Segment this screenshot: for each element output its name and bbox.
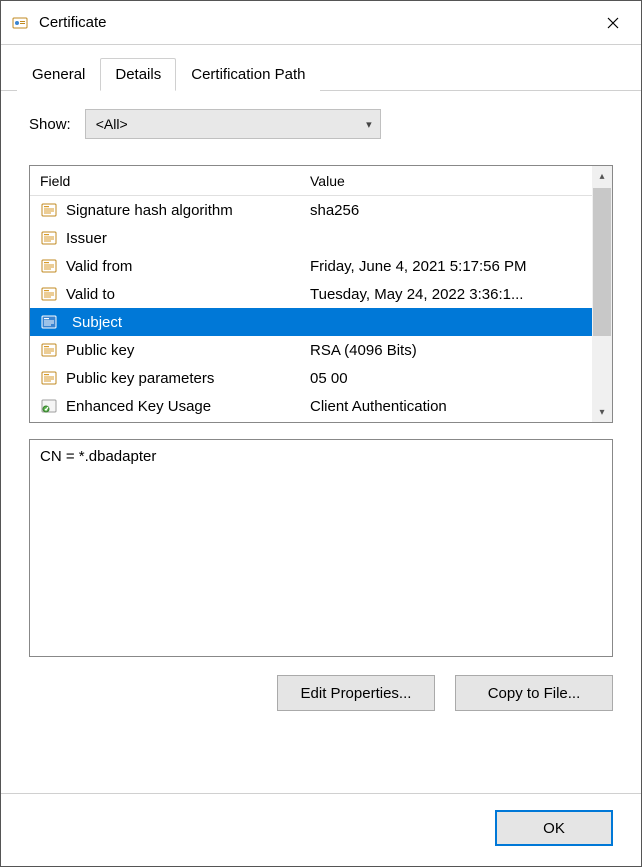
tabs: General Details Certification Path <box>1 45 641 91</box>
window-title: Certificate <box>39 14 585 31</box>
list-header: Field Value <box>30 166 612 196</box>
header-field[interactable]: Field <box>30 173 306 189</box>
field-value: RSA (4096 Bits) <box>306 342 612 359</box>
list-row[interactable]: Issuer <box>30 224 612 252</box>
edit-properties-button[interactable]: Edit Properties... <box>277 675 435 711</box>
list-row[interactable]: Enhanced Key UsageClient Authentication <box>30 392 612 420</box>
field-icon <box>38 227 60 249</box>
field-icon <box>38 339 60 361</box>
list-row[interactable]: Valid toTuesday, May 24, 2022 3:36:1... <box>30 280 612 308</box>
field-value: Friday, June 4, 2021 5:17:56 PM <box>306 258 612 275</box>
list-row[interactable]: Signature hash algorithmsha256 <box>30 196 612 224</box>
show-value: <All> <box>96 116 128 132</box>
close-button[interactable] <box>585 1 641 45</box>
show-select[interactable]: <All> ▾ <box>85 109 381 139</box>
titlebar: Certificate <box>1 1 641 45</box>
field-value: 05 00 <box>306 370 612 387</box>
field-icon <box>38 283 60 305</box>
field-icon <box>38 311 60 333</box>
list-row[interactable]: Valid fromFriday, June 4, 2021 5:17:56 P… <box>30 252 612 280</box>
ok-button[interactable]: OK <box>495 810 613 846</box>
field-name: Issuer <box>66 230 306 247</box>
scroll-up-icon[interactable]: ▴ <box>592 166 612 186</box>
show-label: Show: <box>29 116 71 133</box>
field-name: Enhanced Key Usage <box>66 398 306 415</box>
field-value: Client Authentication <box>306 398 612 415</box>
field-icon <box>38 367 60 389</box>
field-name: Subject <box>66 314 306 331</box>
list-row[interactable]: Public key parameters05 00 <box>30 364 612 392</box>
copy-to-file-button[interactable]: Copy to File... <box>455 675 613 711</box>
details-tab-body: Show: <All> ▾ Field Value Signature hash… <box>1 91 641 793</box>
scrollbar[interactable]: ▴ ▾ <box>592 166 612 422</box>
chevron-down-icon: ▾ <box>366 118 372 131</box>
field-icon <box>38 199 60 221</box>
tab-details[interactable]: Details <box>100 58 176 91</box>
list-row[interactable]: Subject <box>30 308 612 336</box>
field-icon <box>38 255 60 277</box>
field-value: sha256 <box>306 202 612 219</box>
scroll-down-icon[interactable]: ▾ <box>592 402 612 422</box>
field-value: Tuesday, May 24, 2022 3:36:1... <box>306 286 612 303</box>
certificate-icon <box>11 14 29 32</box>
fields-list: Field Value Signature hash algorithmsha2… <box>29 165 613 423</box>
field-icon <box>38 395 60 417</box>
field-name: Valid to <box>66 286 306 303</box>
certificate-dialog: Certificate General Details Certificatio… <box>0 0 642 867</box>
list-rows: Signature hash algorithmsha256IssuerVali… <box>30 196 612 422</box>
footer: OK <box>1 793 641 866</box>
scroll-thumb[interactable] <box>593 188 611 336</box>
header-value[interactable]: Value <box>306 173 612 189</box>
field-name: Signature hash algorithm <box>66 202 306 219</box>
tab-certification-path[interactable]: Certification Path <box>176 58 320 91</box>
show-row: Show: <All> ▾ <box>29 109 613 139</box>
field-name: Public key parameters <box>66 370 306 387</box>
field-name: Valid from <box>66 258 306 275</box>
list-row[interactable]: Public keyRSA (4096 Bits) <box>30 336 612 364</box>
button-row: Edit Properties... Copy to File... <box>29 675 613 711</box>
field-name: Public key <box>66 342 306 359</box>
detail-text[interactable]: CN = *.dbadapter <box>29 439 613 657</box>
content-area: General Details Certification Path Show:… <box>1 45 641 866</box>
tab-general[interactable]: General <box>17 58 100 91</box>
